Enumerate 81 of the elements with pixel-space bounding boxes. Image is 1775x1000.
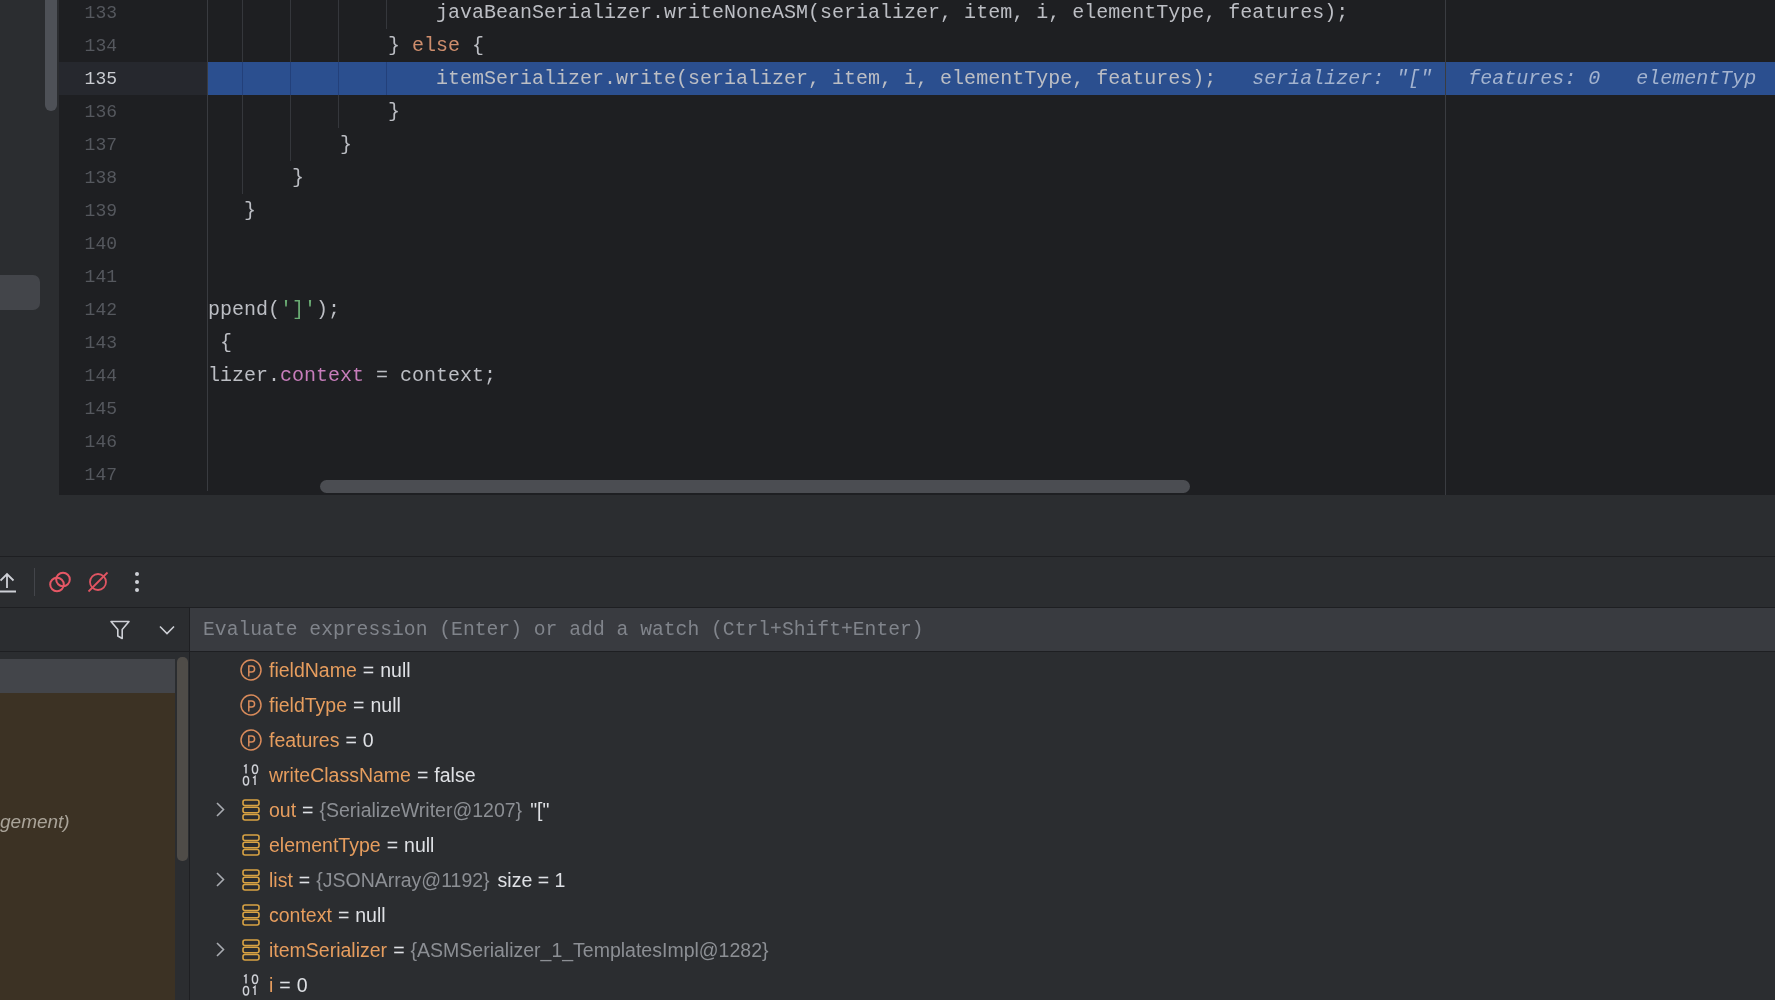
variable-name: fieldType xyxy=(269,693,348,716)
inline-value: serializer: "[" xyxy=(1252,66,1433,91)
assignment-operator: = xyxy=(393,938,405,961)
line-number: 147 xyxy=(84,463,117,486)
letter-p-circle-icon xyxy=(240,693,262,716)
inline-value: features: 0 xyxy=(1468,66,1601,91)
variable-name: context xyxy=(269,903,332,926)
line-number: 142 xyxy=(84,298,117,321)
line-number: 136 xyxy=(84,100,117,123)
stacked-bars-icon xyxy=(240,868,262,891)
assignment-operator: = xyxy=(416,763,429,786)
variable-value: null xyxy=(380,658,411,681)
filter-icon[interactable] xyxy=(110,619,130,640)
code-line: itemSerializer.write(serializer, item, i, elementType, features); xyxy=(435,66,1217,91)
code-line: } else { xyxy=(387,33,485,58)
variable-name: elementType xyxy=(269,833,381,856)
variable-name: i xyxy=(269,973,274,996)
code-line: } xyxy=(291,165,304,190)
line-number: 139 xyxy=(84,199,117,222)
assignment-operator: = xyxy=(337,903,350,926)
assignment-operator: = xyxy=(302,798,314,821)
line-number: 134 xyxy=(84,34,117,57)
chevron-right-icon[interactable] xyxy=(215,872,225,887)
assignment-operator: = xyxy=(345,728,357,751)
up-arrow-icon[interactable] xyxy=(0,571,18,593)
inline-value: elementTyp xyxy=(1636,66,1757,91)
code-line: } xyxy=(339,132,353,157)
line-number: 135 xyxy=(84,67,117,90)
code-line: ppend(']'); xyxy=(208,297,341,322)
line-number: 140 xyxy=(84,232,117,255)
scrollbar-thumb[interactable] xyxy=(45,0,57,111)
scrollbar-thumb[interactable] xyxy=(320,480,1190,493)
variable-value: 0 xyxy=(296,973,308,996)
variable-name: itemSerializer xyxy=(269,938,388,961)
variable-type: {ASMSerializer_1_TemplatesImpl@1282} xyxy=(410,938,769,961)
line-number: 144 xyxy=(84,364,117,387)
crossed-circle-icon[interactable] xyxy=(87,571,109,593)
assignment-operator: = xyxy=(362,658,375,681)
variable-name: list xyxy=(269,868,293,891)
assignment-operator: = xyxy=(298,868,311,891)
variable-value: null xyxy=(355,903,386,926)
assignment-operator: = xyxy=(279,973,291,996)
chevron-right-icon[interactable] xyxy=(215,802,225,817)
overlapping-circles-icon[interactable] xyxy=(49,571,71,593)
stacked-bars-icon xyxy=(240,798,262,821)
variable-type: {SerializeWriter@1207} xyxy=(319,798,523,821)
stacked-bars-icon xyxy=(240,903,262,926)
line-number: 141 xyxy=(84,265,117,288)
variable-name: out xyxy=(269,798,297,821)
assignment-operator: = xyxy=(353,693,365,716)
line-number: 146 xyxy=(84,430,117,453)
variable-name: writeClassName xyxy=(269,763,411,786)
scrollbar-thumb[interactable] xyxy=(176,657,188,861)
variable-name: features xyxy=(269,728,340,751)
letter-p-circle-icon xyxy=(240,728,262,751)
variable-value: false xyxy=(434,763,476,786)
line-number: 137 xyxy=(84,133,117,156)
variable-value: size = 1 xyxy=(497,868,566,891)
code-line: { xyxy=(219,330,232,355)
code-line: } xyxy=(387,99,401,124)
variable-name: fieldName xyxy=(269,658,357,681)
variable-value: null xyxy=(370,693,401,716)
code-line: javaBeanSerializer.writeNoneASM(serializer, item, i, elementType, features); xyxy=(435,0,1349,25)
chevron-right-icon[interactable] xyxy=(215,942,225,957)
variable-value: "[" xyxy=(530,798,550,821)
chevron-down-icon[interactable] xyxy=(159,624,175,635)
line-number: 145 xyxy=(84,397,117,420)
variable-type: {JSONArray@1192} xyxy=(316,868,490,891)
letter-p-circle-icon xyxy=(240,658,262,681)
evaluate-expression-field[interactable]: Evaluate expression (Enter) or add a watch (Ctrl+Shift+Enter) xyxy=(190,608,1775,651)
code-line: } xyxy=(243,198,256,223)
line-number: 143 xyxy=(84,331,117,354)
stacked-bars-icon xyxy=(240,938,262,961)
variable-value: 0 xyxy=(362,728,374,751)
variable-value: null xyxy=(404,833,435,856)
code-line: lizer.context = context; xyxy=(208,363,497,388)
assignment-operator: = xyxy=(386,833,399,856)
stacked-bars-icon xyxy=(240,833,262,856)
frame-row[interactable]: gement) xyxy=(0,804,175,840)
line-number: 133 xyxy=(84,1,117,24)
line-number: 138 xyxy=(84,166,117,189)
